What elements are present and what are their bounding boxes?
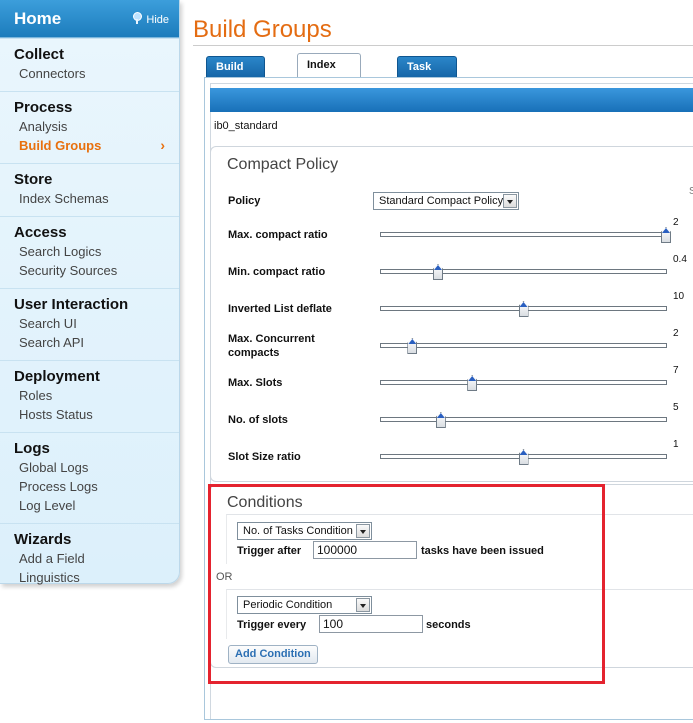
condition-type-value: No. of Tasks Condition [243,525,353,537]
sidebar-item-search-ui[interactable]: Search UI [0,314,179,333]
page-title: Build Groups [193,16,332,43]
add-condition-button[interactable]: Add Condition [228,645,318,664]
trigger-every-label: Trigger every [237,619,307,631]
slider-label: Slot Size ratio [228,451,301,463]
sidebar-section-title[interactable]: Store [0,170,179,189]
tasks-issued-label: tasks have been issued [421,545,544,557]
chevron-down-icon [356,598,370,612]
sidebar-item-build-groups[interactable]: Build Groups › [0,136,179,155]
sidebar-section-user-interaction: User Interaction Search UI Search API [0,288,179,360]
condition-type-select[interactable]: No. of Tasks Condition [237,522,372,540]
sidebar-section-title[interactable]: Logs [0,439,179,458]
sidebar-section-collect: Collect Connectors [0,38,179,91]
slot-size-ratio-slider[interactable] [380,449,667,465]
sidebar-item-security-sources[interactable]: Security Sources [0,261,179,280]
sidebar-section-title[interactable]: Deployment [0,367,179,386]
trigger-after-label: Trigger after [237,545,302,557]
sidebar-section-title[interactable]: Wizards [0,530,179,549]
sidebar-section-access: Access Search Logics Security Sources [0,216,179,288]
sidebar-item-add-a-field[interactable]: Add a Field [0,549,179,568]
slider-label: Max. Concurrent compacts [228,333,315,359]
title-divider [193,45,693,46]
slider-value: 2 [673,328,679,339]
sidebar-item-connectors[interactable]: Connectors [0,64,179,83]
slider-label: Min. compact ratio [228,266,326,278]
slider-value: 1 [673,439,679,450]
max-concurrent-compacts-slider[interactable] [380,338,667,354]
hide-label: Hide [146,14,169,26]
pin-icon [131,12,143,24]
tab-task-queues[interactable]: Task Queues [397,56,458,94]
condition-type-select[interactable]: Periodic Condition [237,596,372,614]
chevron-down-icon [503,194,517,208]
panel-header-bar [210,88,693,112]
sidebar: Home Hide Collect Connectors Process Ana… [0,0,180,585]
sidebar-item-process-logs[interactable]: Process Logs [0,477,179,496]
tab-index-builders[interactable]: Index Builders [297,53,361,93]
sidebar-section-wizards: Wizards Add a Field Linguistics [0,523,179,595]
slider-value: 7 [673,365,679,376]
conditions-group: Conditions [210,484,693,668]
max-slots-slider[interactable] [380,375,667,391]
policy-select[interactable]: Standard Compact Policy [373,192,519,210]
sidebar-section-deployment: Deployment Roles Hosts Status [0,360,179,432]
slider-label: Max. Slots [228,377,283,389]
index-builder-name: ib0_standard [214,120,278,132]
sidebar-item-index-schemas[interactable]: Index Schemas [0,189,179,208]
chevron-down-icon [356,524,370,538]
sidebar-item-roles[interactable]: Roles [0,386,179,405]
sidebar-item-hosts-status[interactable]: Hosts Status [0,405,179,424]
sidebar-item-search-logics[interactable]: Search Logics [0,242,179,261]
tasks-count-input[interactable] [313,541,417,559]
conditions-title: Conditions [227,494,303,511]
sidebar-section-title[interactable]: Access [0,223,179,242]
sidebar-item-log-level[interactable]: Log Level [0,496,179,515]
no-of-slots-slider[interactable] [380,412,667,428]
sidebar-section-title[interactable]: Collect [0,45,179,64]
or-separator: OR [216,571,233,583]
sidebar-item-global-logs[interactable]: Global Logs [0,458,179,477]
sidebar-section-process: Process Analysis Build Groups › [0,91,179,163]
slider-value: 5 [673,402,679,413]
slider-value: 10 [673,291,685,302]
min-compact-ratio-slider[interactable] [380,264,667,280]
policy-label: Policy [228,195,261,207]
sidebar-item-analysis[interactable]: Analysis [0,117,179,136]
slider-label: Max. compact ratio [228,229,328,241]
sidebar-section-logs: Logs Global Logs Process Logs Log Level [0,432,179,523]
tab-build-groups[interactable]: Build Groups [206,56,266,94]
sidebar-section-title[interactable]: Process [0,98,179,117]
sidebar-item-search-api[interactable]: Search API [0,333,179,352]
clipped-mark: S [689,186,693,197]
slider-label: No. of slots [228,414,288,426]
slider-value: 2 [673,217,679,228]
sidebar-section-title[interactable]: User Interaction [0,295,179,314]
policy-select-value: Standard Compact Policy [379,195,504,207]
sidebar-item-linguistics[interactable]: Linguistics [0,568,179,587]
sidebar-home-header: Home Hide [0,0,179,38]
slider-value: 0.4 [673,254,687,265]
sidebar-section-store: Store Index Schemas [0,163,179,216]
seconds-label: seconds [426,619,471,631]
hide-sidebar-button[interactable]: Hide [131,12,169,26]
compact-policy-title: Compact Policy [227,156,339,173]
inverted-list-deflate-slider[interactable] [380,301,667,317]
sidebar-item-label: Build Groups [19,138,102,153]
max-compact-ratio-slider[interactable] [380,227,671,243]
slider-label: Inverted List deflate [228,303,332,315]
chevron-right-icon: › [160,137,165,153]
home-link[interactable]: Home [14,9,61,29]
period-seconds-input[interactable] [319,615,423,633]
condition-type-value: Periodic Condition [243,599,333,611]
